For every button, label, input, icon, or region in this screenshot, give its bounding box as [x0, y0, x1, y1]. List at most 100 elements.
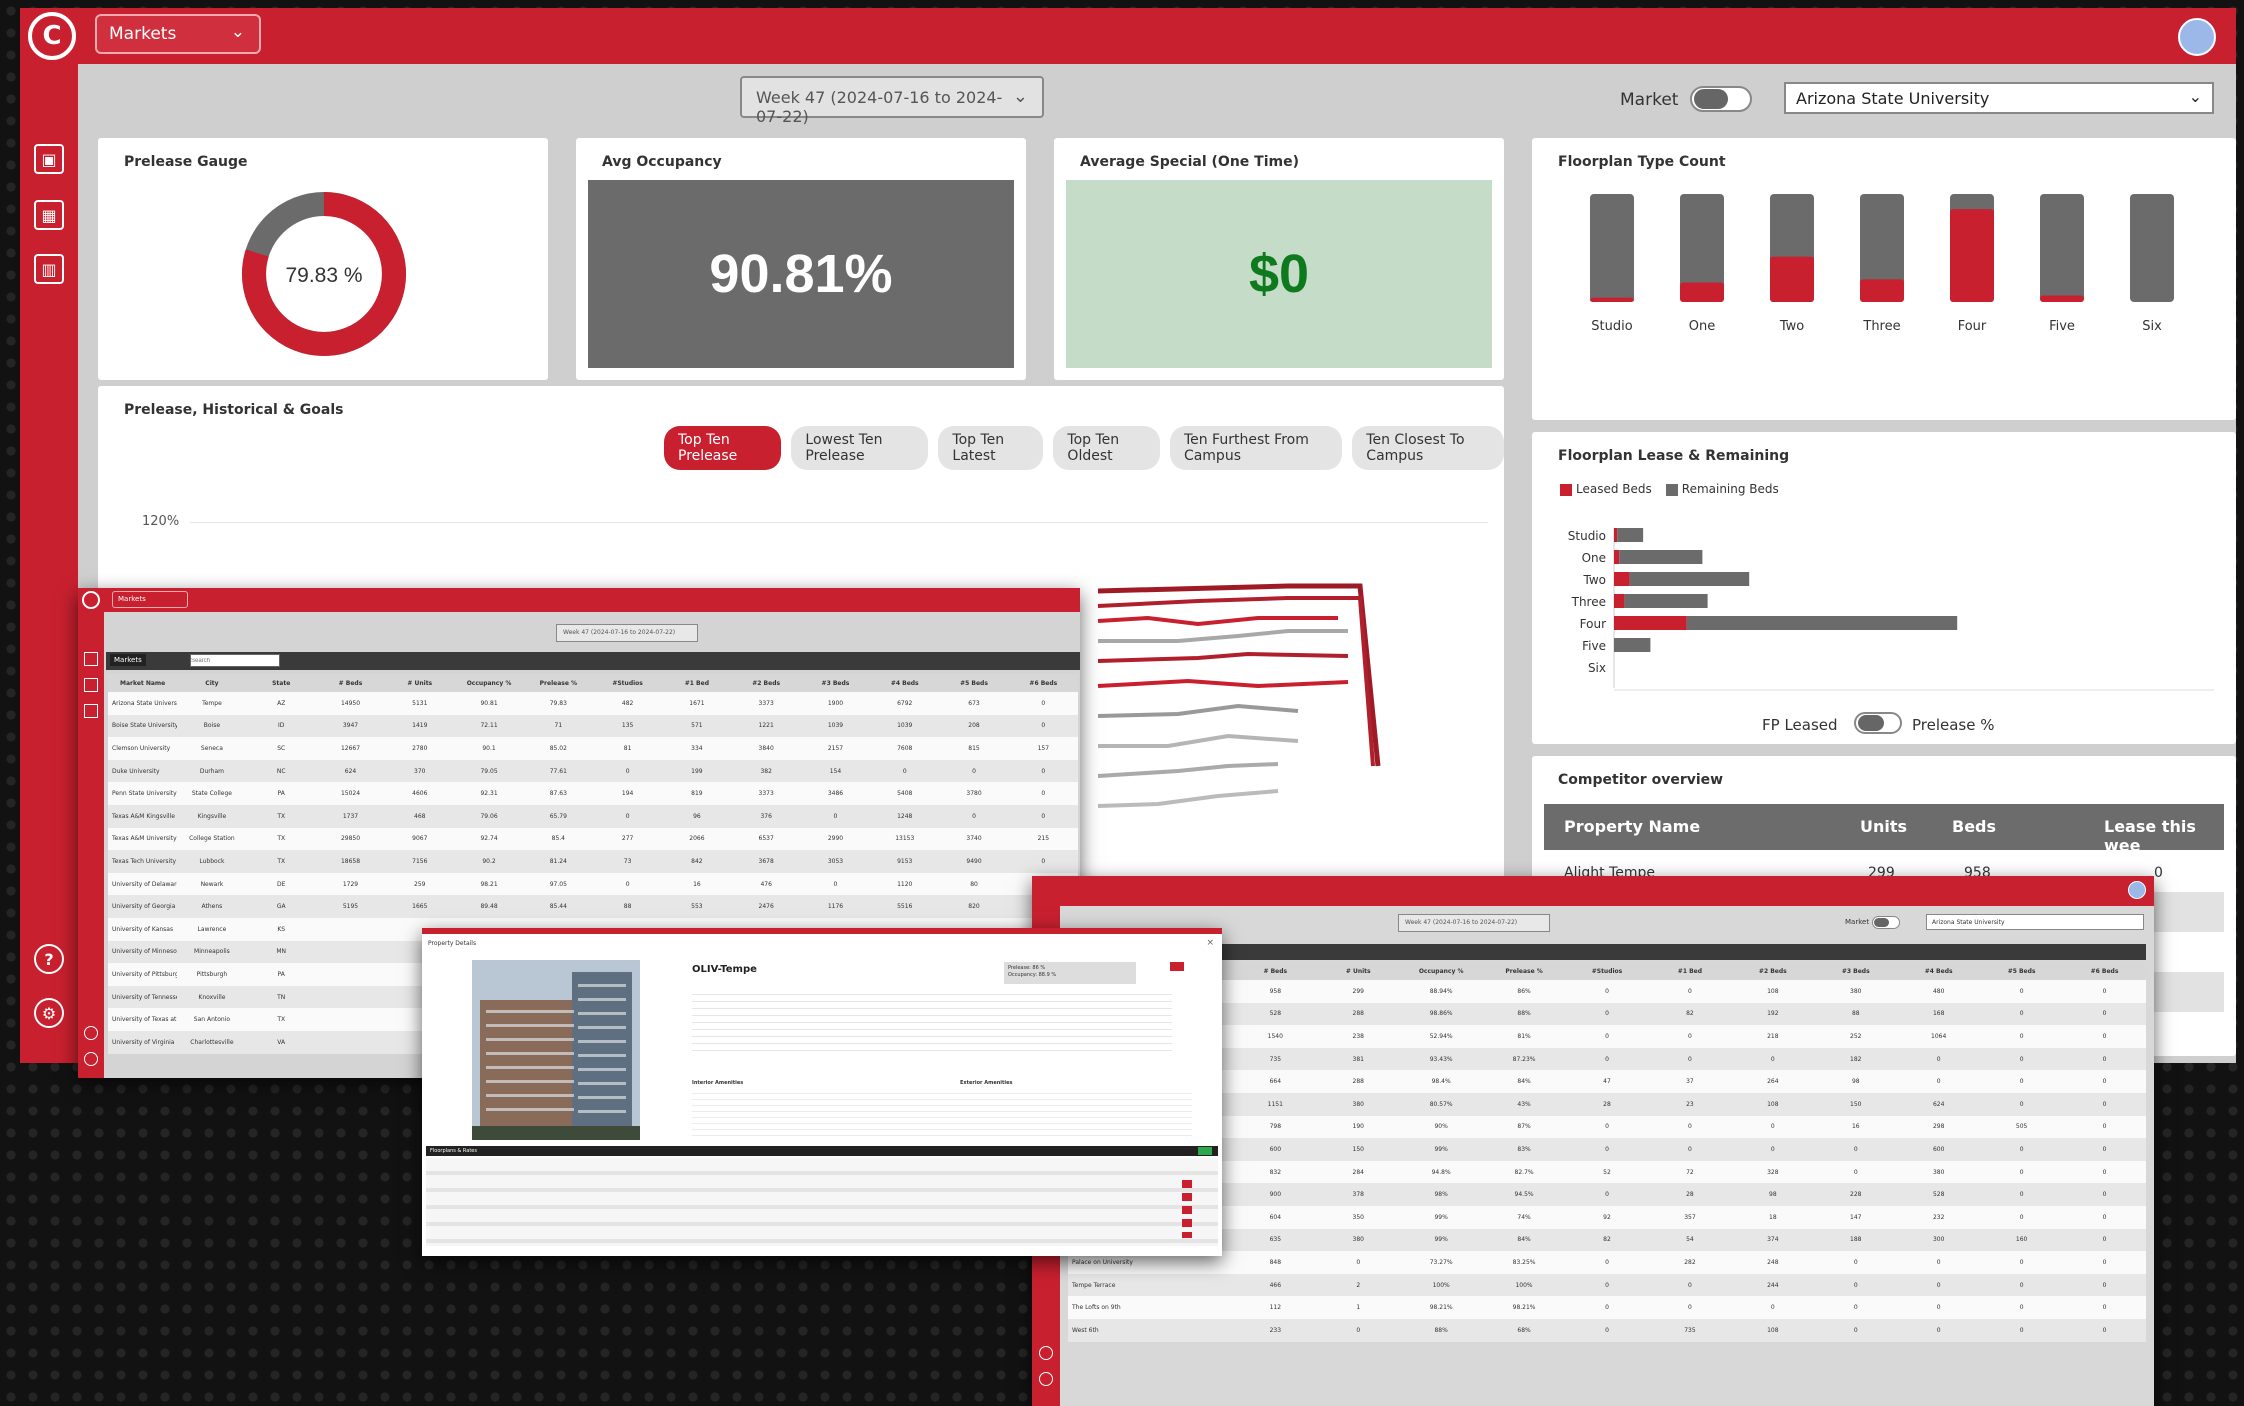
table-cell: 182	[1814, 1047, 1898, 1071]
week-dropdown[interactable]: Week 47 (2024-07-16 to 2024-07-22) ⌄	[740, 76, 1044, 126]
table-row[interactable]: 958 299 88.94% 86% 0 0 108 380 480 0 0	[1068, 980, 2146, 1003]
column-header[interactable]: Market Name	[108, 674, 178, 692]
table-cell: 1039	[800, 714, 871, 738]
table-cell: 87.23%	[1482, 1047, 1566, 1071]
column-header[interactable]: Occupancy %	[454, 674, 524, 692]
column-header[interactable]: #3 Beds	[1814, 962, 1898, 980]
week-dropdown[interactable]: Week 47 (2024-07-16 to 2024-07-22)	[556, 624, 698, 642]
table-row[interactable]: University House Tempe63538099%84%825437…	[1068, 1228, 2146, 1252]
table-row[interactable]: 832 284 94.8% 82.7% 52 72 328 0 380 0 0	[1068, 1160, 2146, 1184]
market-toggle[interactable]	[1872, 916, 1900, 929]
table-row[interactable]: University of Delaware Newark DE 1729 259 98.…	[108, 872, 1078, 896]
apartment-icon[interactable]: ▥	[34, 254, 64, 284]
settings-gear-icon[interactable]	[84, 1052, 98, 1066]
table-cell: 0	[1814, 1318, 1898, 1342]
university-dropdown[interactable]: Arizona State University	[1926, 914, 2144, 930]
table-row[interactable]: Texas A&M Kingsville Kingsville TX 1737 468 7…	[108, 804, 1078, 828]
column-header[interactable]: #1 Bed	[1648, 962, 1732, 980]
column-header[interactable]: #6 Beds	[1008, 674, 1078, 692]
dashboard-monitor-icon[interactable]	[84, 652, 98, 666]
column-header[interactable]: #3 Beds	[800, 674, 871, 692]
table-cell: 98	[1814, 1070, 1898, 1093]
column-header[interactable]: #4 Beds	[1897, 962, 1981, 980]
column-header[interactable]: State	[246, 674, 316, 692]
table-row[interactable]: Tempe Terrace 466 2 100% 100% 0 0 244 0 0 0 0	[1068, 1273, 2146, 1297]
app-logo-icon[interactable]	[82, 591, 100, 609]
table-cell: 6792	[870, 692, 940, 715]
table-cell: 378	[1316, 1183, 1400, 1206]
column-header[interactable]: City	[177, 674, 247, 692]
close-icon[interactable]: ×	[1206, 938, 1214, 948]
app-logo-icon[interactable]: C	[28, 12, 76, 60]
column-header[interactable]: # Units	[385, 674, 455, 692]
column-header[interactable]: Prelease %	[523, 674, 593, 692]
column-header[interactable]: Prelease %	[1482, 962, 1566, 980]
settings-gear-icon[interactable]: ⚙	[34, 998, 64, 1028]
column-header[interactable]: #2 Beds	[731, 674, 801, 692]
table-row[interactable]: 600 150 99% 83% 0 0 0 0 600 0 0	[1068, 1138, 2146, 1161]
help-icon[interactable]	[84, 1026, 98, 1040]
delete-row-buttons[interactable]	[1182, 1180, 1192, 1238]
add-floorplan-button[interactable]	[1198, 1147, 1212, 1155]
table-cell: 7608	[870, 737, 940, 760]
table-row[interactable]: 798 190 90% 87% 0 0 0 16 298 505 0	[1068, 1115, 2146, 1139]
table-cell: 0	[1980, 1160, 2064, 1184]
table-row[interactable]: 735 381 93.43% 87.23% 0 0 0 182 0 0 0	[1068, 1047, 2146, 1071]
table-row[interactable]: 1540 238 52.94% 81% 0 0 218 252 1064 0 0	[1068, 1025, 2146, 1048]
table-cell: TX	[246, 804, 316, 828]
markets-dropdown[interactable]: Markets	[112, 591, 188, 608]
apartment-icon[interactable]	[84, 704, 98, 718]
column-header[interactable]: #5 Beds	[1980, 962, 2064, 980]
table-row[interactable]: Penn State University State College PA 1502…	[108, 782, 1078, 805]
market-toggle[interactable]	[1690, 86, 1752, 112]
table-row[interactable]: Palace on University 848 0 73.27% 83.25% 0 282…	[1068, 1251, 2146, 1274]
column-header[interactable]: Occupancy %	[1399, 962, 1483, 980]
column-header[interactable]: #Studios	[592, 674, 663, 692]
column-header[interactable]: #1 Bed	[662, 674, 732, 692]
table-row[interactable]: Texas Tech University Lubbock TX 18658 7156 9…	[108, 850, 1078, 873]
table-cell: 635	[1233, 1228, 1317, 1252]
university-dropdown[interactable]: Arizona State University ⌄	[1784, 82, 2214, 114]
settings-gear-icon[interactable]	[1039, 1372, 1053, 1386]
table-row[interactable]: West 6th 233 0 88% 68% 0 735 108 0 0 0 0	[1068, 1318, 2146, 1342]
fp-leased-prelease-toggle[interactable]	[1854, 712, 1902, 734]
column-header[interactable]: # Beds	[1233, 962, 1317, 980]
user-avatar[interactable]	[2178, 18, 2216, 56]
buildings-icon[interactable]: ▦	[34, 200, 64, 230]
help-icon[interactable]: ?	[34, 944, 64, 974]
edit-button[interactable]	[1170, 962, 1184, 971]
table-cell: 3486	[800, 782, 871, 805]
dashboard-monitor-icon[interactable]: ▣	[34, 144, 64, 174]
help-icon[interactable]	[1039, 1346, 1053, 1360]
markets-dropdown[interactable]: Markets ⌄	[95, 14, 261, 54]
table-row[interactable]: 1151 380 80.57% 43% 28 23 108 150 624 0 0	[1068, 1092, 2146, 1116]
user-avatar[interactable]	[2128, 881, 2146, 899]
column-header[interactable]: #6 Beds	[2063, 962, 2146, 980]
table-row[interactable]: Boise State University Boise ID 3947 1419 72.…	[108, 714, 1078, 738]
column-header[interactable]: #5 Beds	[939, 674, 1009, 692]
table-row[interactable]: 528 288 98.86% 88% 0 82 192 88 168 0 0	[1068, 1002, 2146, 1026]
table-row[interactable]: Texas A&M University College Station TX 298…	[108, 827, 1078, 851]
table-cell: 150	[1814, 1092, 1898, 1116]
table-row[interactable]: 664 288 98.4% 84% 47 37 264 98 0 0 0	[1068, 1070, 2146, 1093]
column-header[interactable]: #2 Beds	[1731, 962, 1815, 980]
column-header[interactable]: #4 Beds	[870, 674, 940, 692]
table-row[interactable]: The Lofts on 9th 112 1 98.21% 98.21% 0 0 0 0 0 0 0	[1068, 1296, 2146, 1319]
table-row[interactable]: 604 350 99% 74% 92 357 18 147 232 0 0	[1068, 1205, 2146, 1229]
column-header[interactable]: # Units	[1316, 962, 1400, 980]
table-row[interactable]: University of Georgia Athens GA 5195 1665 89.…	[108, 895, 1078, 918]
column-header[interactable]: #Studios	[1565, 962, 1649, 980]
table-cell: TX	[246, 850, 316, 873]
table-row[interactable]: Clemson University Seneca SC 12667 2780 90.1 8…	[108, 737, 1078, 760]
search-input[interactable]	[190, 654, 280, 667]
week-dropdown[interactable]: Week 47 (2024-07-16 to 2024-07-22)	[1398, 914, 1550, 932]
column-header[interactable]: # Beds	[315, 674, 386, 692]
table-row[interactable]: Duke University Durham NC 624 370 79.05 77.61 0…	[108, 759, 1078, 783]
table-row[interactable]: Arizona State University Tempe AZ 14950 5131…	[108, 692, 1078, 715]
property-info-block	[692, 988, 1172, 1054]
y-tick-label: Studio	[1568, 529, 1606, 543]
table-cell: 73	[592, 850, 663, 873]
buildings-icon[interactable]	[84, 678, 98, 692]
table-cell: 5408	[870, 782, 940, 805]
table-row[interactable]: 900 378 98% 94.5% 0 28 98 228 528 0 0	[1068, 1183, 2146, 1206]
